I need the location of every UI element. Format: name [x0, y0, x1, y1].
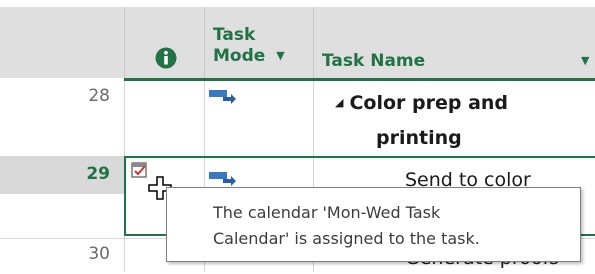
auto-scheduled-task-icon	[209, 90, 236, 104]
task-name-line1: Color prep and	[349, 92, 509, 114]
row-number-selected[interactable]: 29	[0, 164, 124, 184]
header-underline	[124, 78, 595, 81]
header-separator	[124, 7, 125, 81]
info-icon[interactable]	[155, 47, 177, 69]
header-task-mode-line2: Mode	[213, 46, 266, 66]
collapse-triangle-icon[interactable]: ◢	[335, 96, 343, 109]
auto-scheduled-task-icon	[209, 172, 236, 186]
tooltip: The calendar 'Mon-Wed Task Calendar' is …	[166, 187, 581, 262]
dropdown-arrow-icon[interactable]: ▼	[581, 54, 589, 67]
header-task-name-label: Task Name	[322, 51, 425, 72]
header-task-name-text: Task Name	[322, 51, 426, 71]
tooltip-line2: Calendar' is assigned to the task.	[213, 229, 480, 248]
header-task-mode-label: Task Mode ▼	[213, 25, 285, 68]
header-corner	[0, 7, 124, 78]
header-task-mode-line1: Task	[213, 25, 256, 45]
task-name-cell[interactable]: ◢ Color prep and printing	[335, 87, 508, 154]
task-name-line2: printing	[376, 127, 462, 149]
header-separator	[313, 7, 314, 81]
row-number[interactable]: 28	[0, 86, 124, 106]
tooltip-line1: The calendar 'Mon-Wed Task	[213, 203, 441, 222]
row-number[interactable]: 30	[0, 244, 124, 264]
tooltip-text: The calendar 'Mon-Wed Task Calendar' is …	[213, 200, 573, 252]
header-separator	[204, 7, 205, 81]
header-task-mode-line2-wrap: Mode ▼	[213, 46, 285, 68]
gantt-grid: Task Mode ▼ Task Name ▼ 28 29 30 ◢ Color …	[0, 0, 595, 272]
dropdown-arrow-icon[interactable]: ▼	[276, 49, 284, 62]
